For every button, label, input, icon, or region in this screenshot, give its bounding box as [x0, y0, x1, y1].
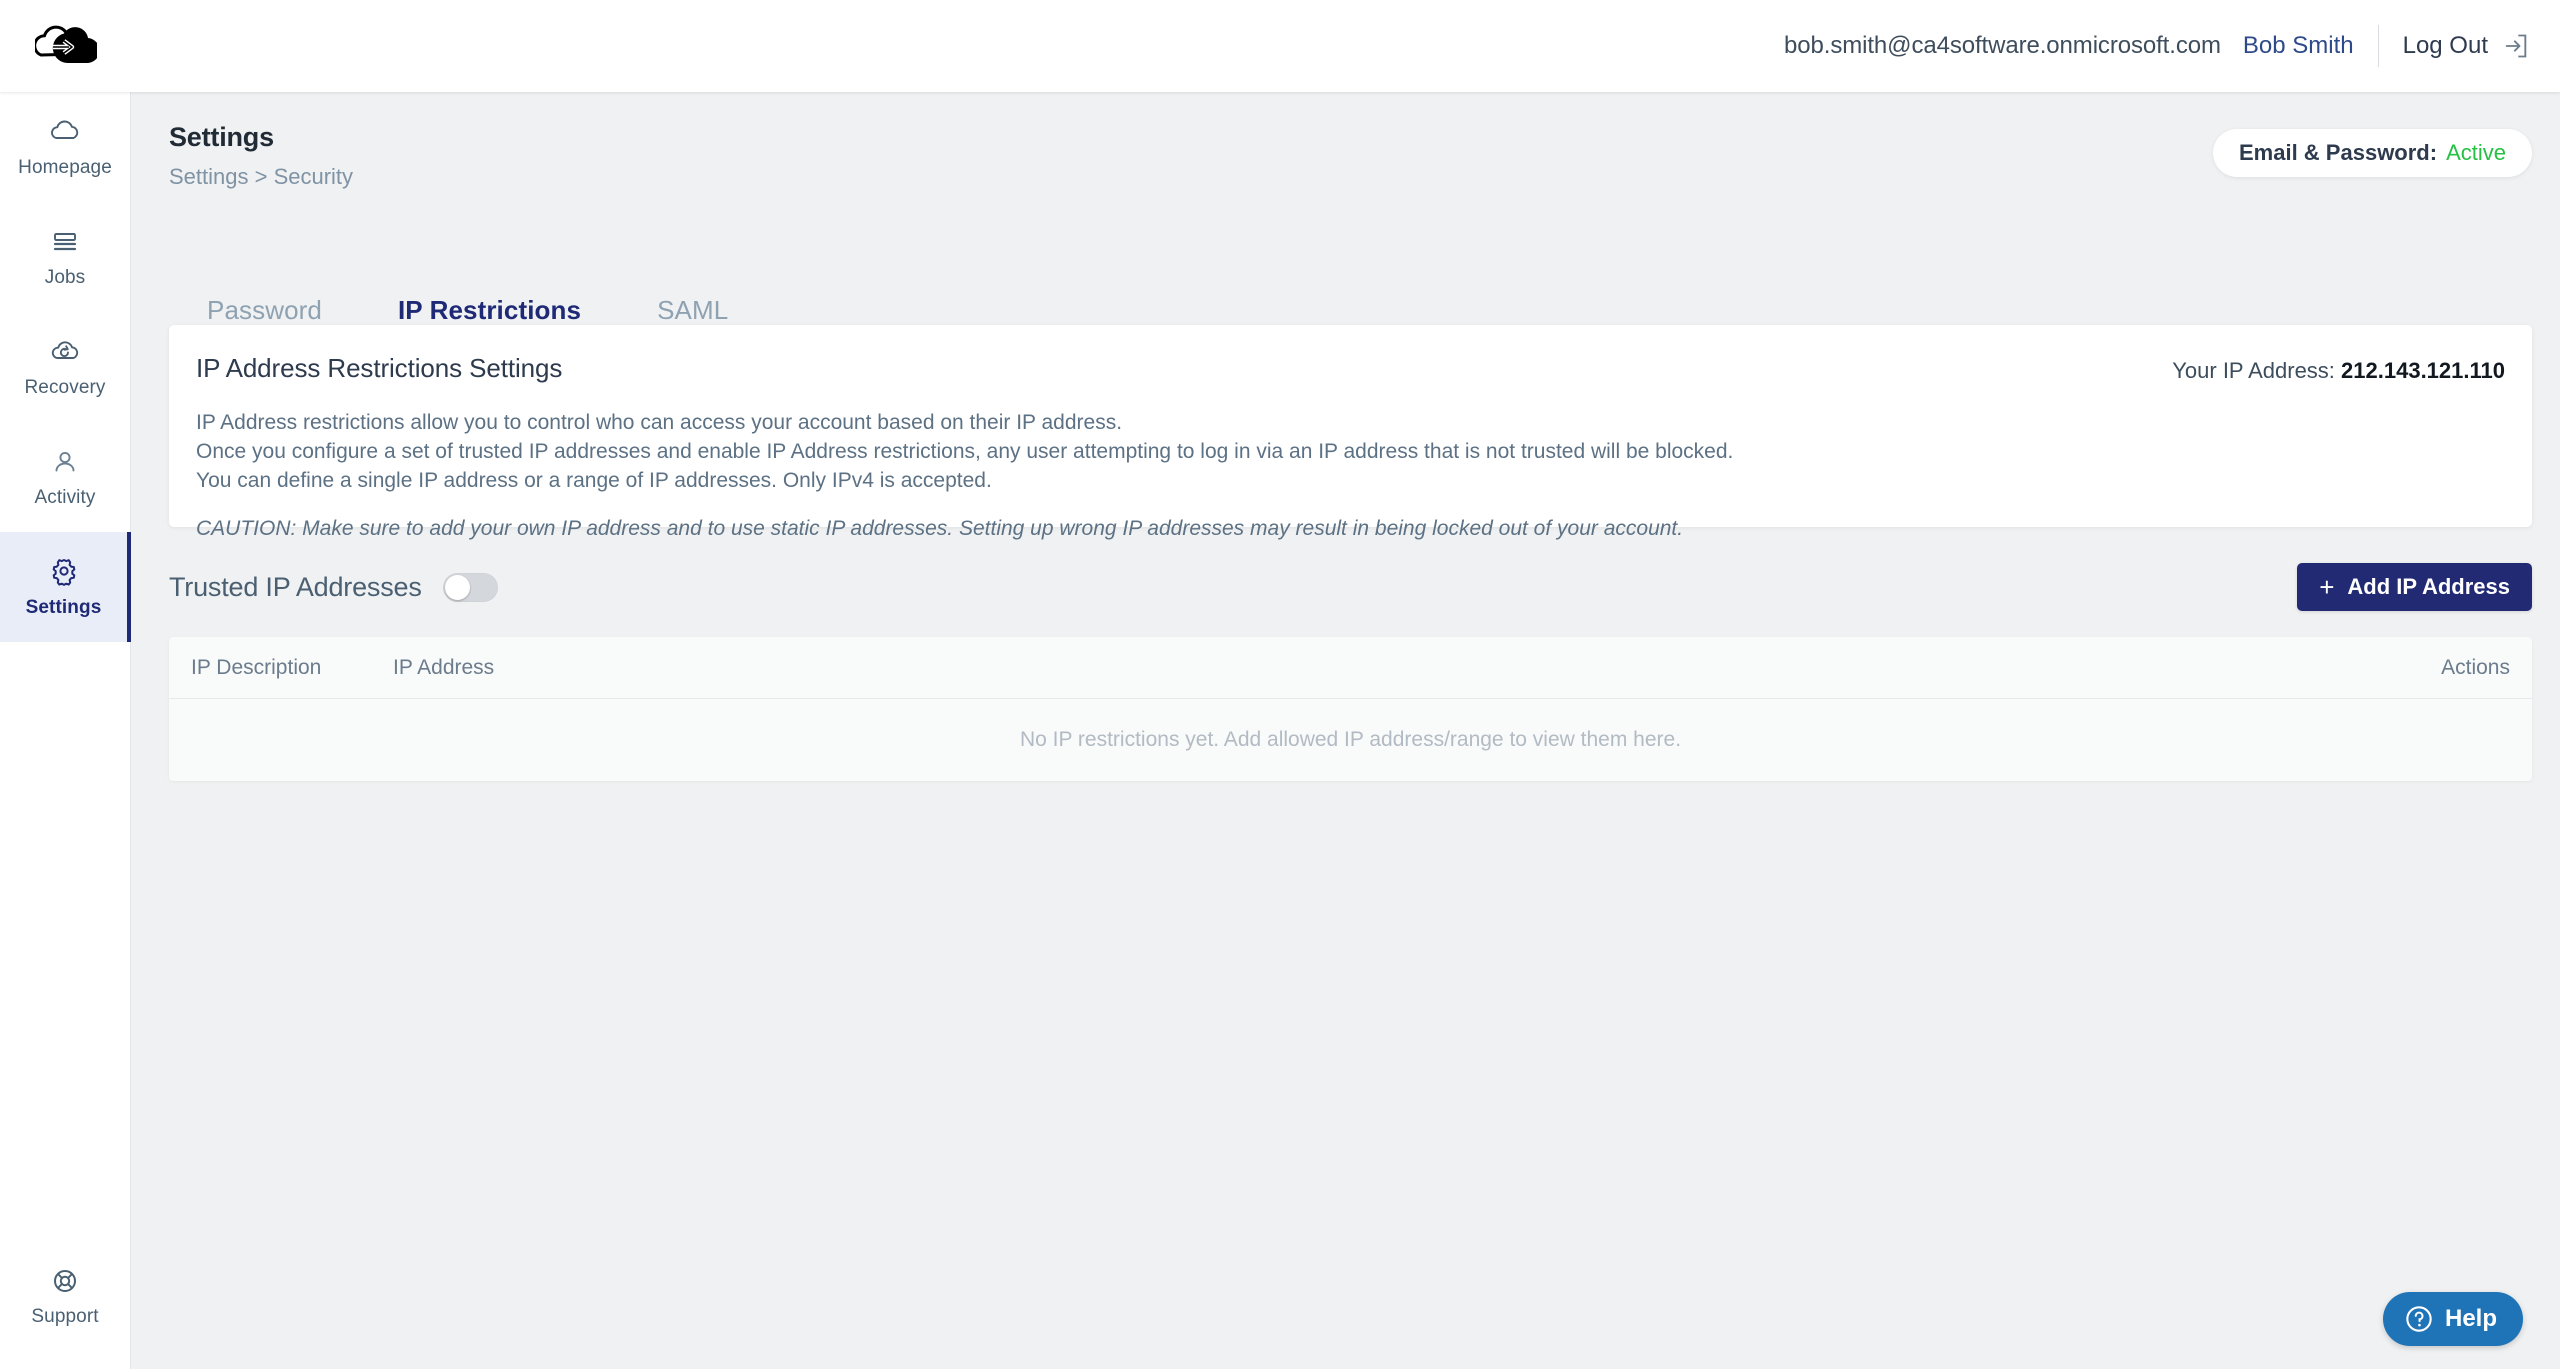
card-description: IP Address restrictions allow you to con…	[196, 408, 2505, 495]
cloud-migration-logo-icon	[35, 25, 97, 64]
cloud-icon	[51, 120, 79, 139]
status-badge-email-password: Email & Password: Active	[2213, 129, 2532, 177]
status-badge-value: Active	[2446, 140, 2506, 165]
sidebar-item-label: Support	[31, 1306, 99, 1327]
ip-restrictions-info-card: IP Address Restrictions Settings Your IP…	[169, 325, 2532, 540]
sidebar-navigation: Homepage Jobs Recovery Activity Settings	[0, 92, 131, 1369]
lifebuoy-icon	[54, 1270, 76, 1292]
your-ip-address: Your IP Address: 212.143.121.110	[2172, 358, 2505, 384]
sidebar-item-activity[interactable]: Activity	[0, 422, 130, 532]
help-button-label: Help	[2444, 1305, 2497, 1332]
column-header-ip-address: IP Address	[393, 655, 495, 679]
toggle-knob	[444, 574, 470, 600]
sidebar-item-jobs[interactable]: Jobs	[0, 202, 130, 312]
plus-icon: +	[2319, 572, 2335, 602]
sidebar-item-label: Recovery	[24, 377, 106, 398]
help-button[interactable]: Help	[2382, 1292, 2523, 1346]
sidebar-item-label: Settings	[25, 597, 102, 618]
sidebar-item-label: Homepage	[18, 157, 112, 178]
main-content-area: Settings Settings > Security Email & Pas…	[131, 92, 2560, 1369]
question-circle-icon	[2406, 1306, 2432, 1332]
table-empty-state: No IP restrictions yet. Add allowed IP a…	[1019, 728, 1682, 751]
header-account-area: bob.smith@ca4software.onmicrosoft.com Bo…	[1784, 25, 2560, 67]
sidebar-item-homepage[interactable]: Homepage	[0, 92, 130, 202]
user-icon	[55, 451, 75, 472]
logout-arrow-icon[interactable]	[2502, 32, 2530, 60]
stack-list-icon	[53, 233, 77, 251]
table-header-row: IP Description IP Address Actions	[169, 637, 2532, 699]
app-logo[interactable]	[0, 25, 132, 67]
top-header-bar: bob.smith@ca4software.onmicrosoft.com Bo…	[0, 0, 2560, 92]
status-badge-label: Email & Password:	[2239, 140, 2438, 165]
trusted-ip-section-header: Trusted IP Addresses + Add IP Address	[169, 559, 2532, 615]
your-ip-label: Your IP Address:	[2172, 358, 2335, 383]
sidebar-item-settings[interactable]: Settings	[0, 532, 131, 642]
sidebar-item-support[interactable]: Support	[0, 1241, 130, 1351]
your-ip-value: 212.143.121.110	[2341, 358, 2505, 383]
column-header-ip-description: IP Description	[191, 655, 322, 679]
sidebar-item-label: Activity	[34, 487, 96, 508]
add-ip-address-button[interactable]: + Add IP Address	[2297, 563, 2532, 611]
page-title: Settings	[169, 122, 274, 152]
gear-icon	[52, 559, 75, 586]
sidebar-item-label: Jobs	[44, 267, 86, 288]
card-paragraph-3: You can define a single IP address or a …	[196, 469, 992, 492]
trusted-ip-title: Trusted IP Addresses	[169, 571, 422, 602]
add-ip-address-label: Add IP Address	[2347, 574, 2510, 599]
breadcrumb: Settings > Security	[169, 164, 354, 189]
account-email: bob.smith@ca4software.onmicrosoft.com	[1784, 32, 2221, 59]
trusted-ip-table: IP Description IP Address Actions No IP …	[169, 637, 2532, 781]
card-paragraph-2: Once you configure a set of trusted IP a…	[196, 440, 1734, 463]
card-paragraph-1: IP Address restrictions allow you to con…	[196, 411, 1123, 434]
card-caution-note: CAUTION: Make sure to add your own IP ad…	[196, 517, 1684, 540]
logout-button[interactable]: Log Out	[2379, 32, 2502, 60]
page-header: Settings Settings > Security	[169, 122, 353, 190]
column-header-actions: Actions	[2441, 655, 2510, 679]
card-title: IP Address Restrictions Settings	[196, 353, 563, 383]
trusted-ip-toggle[interactable]	[442, 572, 498, 602]
account-user-name[interactable]: Bob Smith	[2243, 32, 2378, 60]
sidebar-item-recovery[interactable]: Recovery	[0, 312, 130, 422]
cloud-refresh-icon	[51, 341, 79, 359]
